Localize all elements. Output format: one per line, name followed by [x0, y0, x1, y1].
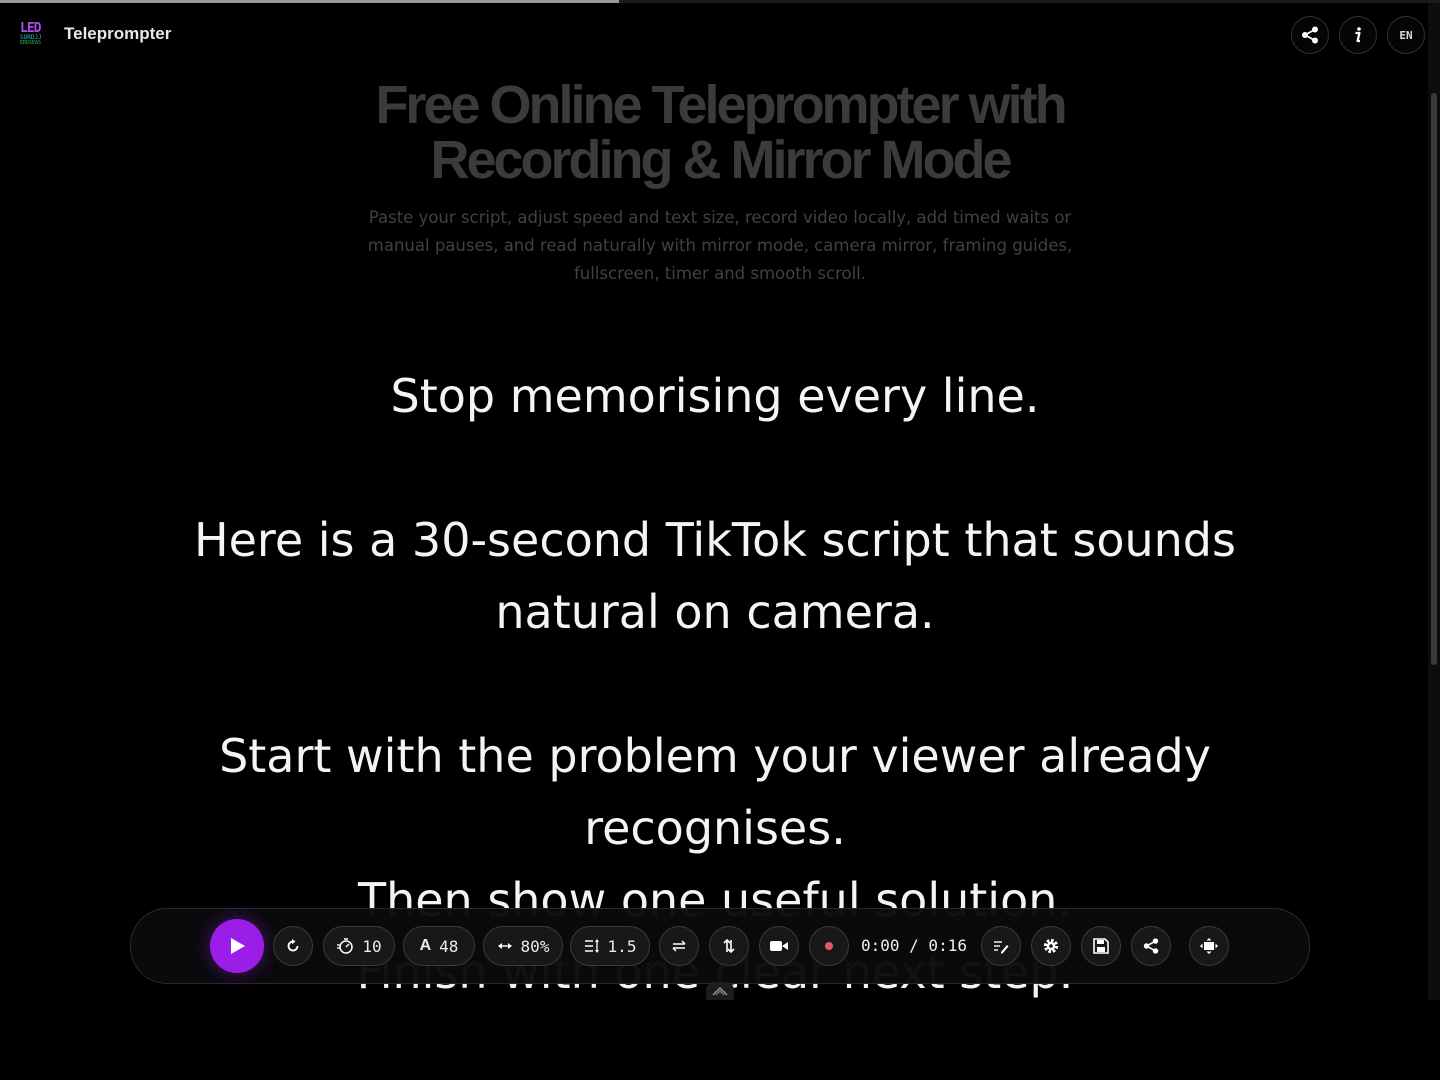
edit-script-icon — [994, 941, 1009, 954]
chevron-up-icon — [712, 986, 728, 996]
speed-icon — [337, 938, 354, 954]
fullscreen-button[interactable] — [1189, 926, 1229, 966]
gear-icon — [1043, 938, 1059, 954]
settings-button[interactable] — [1031, 926, 1071, 966]
fullscreen-icon — [1200, 938, 1218, 954]
edit-script-button[interactable] — [981, 926, 1021, 966]
camera-button[interactable] — [759, 926, 799, 966]
play-icon — [231, 938, 245, 954]
save-icon — [1093, 938, 1109, 954]
line-height-icon — [584, 939, 599, 953]
line-height-control[interactable]: 1.5 — [570, 926, 650, 966]
font-size-value: 48 — [439, 936, 459, 956]
width-arrows-icon — [497, 943, 512, 949]
script-paragraph: Start with the problem your viewer alrea… — [219, 729, 1211, 855]
app-title[interactable]: Teleprompter — [64, 24, 171, 44]
top-bar: LED SORDJJ ERDSEAS Teleprompter EN — [0, 0, 1428, 70]
control-bar-handle[interactable] — [706, 982, 734, 1000]
play-button[interactable] — [210, 919, 264, 973]
share-script-button[interactable] — [1131, 926, 1171, 966]
script-paragraph: Here is a 30-second TikTok script that s… — [194, 513, 1236, 639]
line-height-value: 1.5 — [607, 936, 637, 956]
info-button[interactable] — [1339, 16, 1377, 54]
logo-line-3: ERDSEAS — [20, 40, 42, 46]
reset-button[interactable] — [273, 926, 313, 966]
width-value: 80% — [520, 936, 550, 956]
mirror-horizontal-button[interactable] — [659, 926, 699, 966]
share-icon — [1143, 938, 1159, 954]
speed-value: 10 — [362, 936, 382, 956]
font-size-control[interactable]: A 48 — [403, 926, 475, 966]
control-bar: 10 A 48 80% 1.5 0:00 / 0:16 — [130, 908, 1310, 984]
speed-control[interactable]: 10 — [323, 926, 395, 966]
script-paragraph: Stop memorising every line. — [390, 369, 1040, 423]
mirror-horizontal-icon — [672, 940, 686, 952]
mirror-vertical-button[interactable] — [709, 926, 749, 966]
record-button[interactable] — [809, 926, 849, 966]
mirror-vertical-icon — [723, 938, 735, 954]
video-camera-icon — [770, 941, 788, 951]
language-button[interactable]: EN — [1387, 16, 1425, 54]
font-size-icon: A — [419, 937, 432, 954]
save-button[interactable] — [1081, 926, 1121, 966]
reset-icon — [287, 939, 299, 952]
timer-display: 0:00 / 0:16 — [861, 936, 967, 955]
width-control[interactable]: 80% — [483, 926, 563, 966]
page-description: Paste your script, adjust speed and text… — [367, 208, 1073, 283]
page-heading: Free Online Teleprompter with Recording … — [375, 75, 1067, 190]
share-icon — [1302, 26, 1318, 44]
info-icon — [1355, 27, 1361, 43]
hero-section: Free Online Teleprompter with Recording … — [0, 78, 1440, 288]
record-icon — [825, 942, 833, 950]
app-logo[interactable]: LED SORDJJ ERDSEAS — [20, 22, 50, 48]
share-button[interactable] — [1291, 16, 1329, 54]
